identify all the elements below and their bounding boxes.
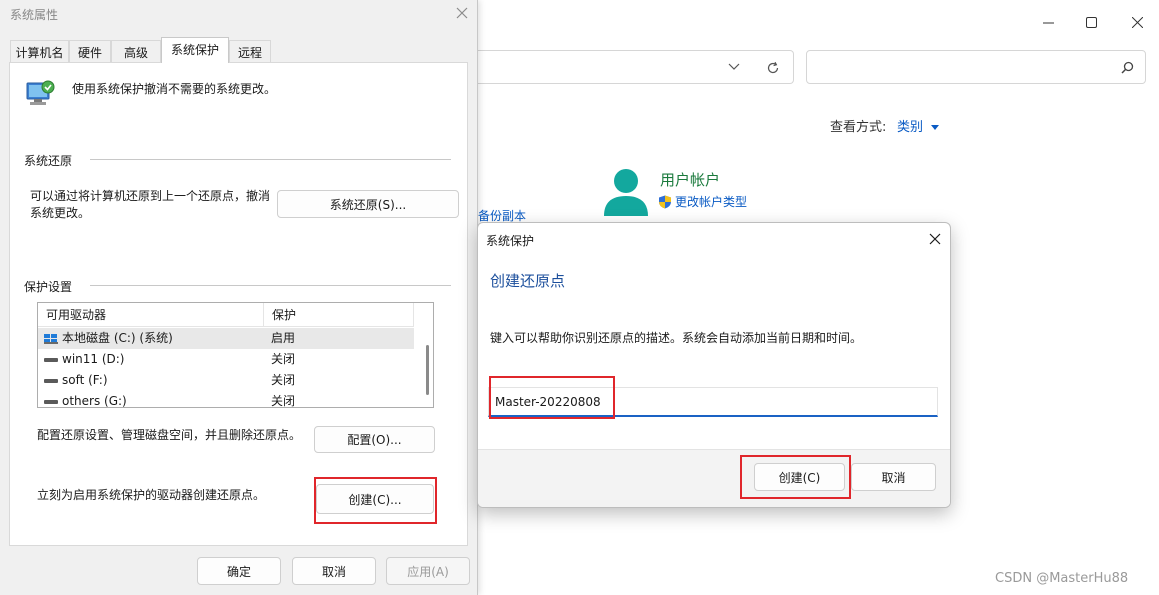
system-restore-section-label: 系统还原 — [24, 154, 73, 168]
drive-protection: 启用 — [271, 331, 296, 345]
drive-icon — [44, 399, 58, 404]
dialog-title: 系统属性 — [10, 8, 59, 22]
user-accounts-link[interactable]: 用户帐户 — [660, 169, 720, 190]
view-by-value: 类别 — [897, 120, 924, 135]
drive-list-scrollbar[interactable] — [422, 327, 433, 407]
table-row[interactable]: soft (F:) 关闭 — [38, 370, 414, 391]
chevron-down-icon[interactable] — [728, 63, 740, 71]
dialog-description: 键入可以帮助你识别还原点的描述。系统会自动添加当前日期和时间。 — [490, 331, 863, 345]
close-window-button[interactable] — [1114, 6, 1159, 38]
table-row[interactable]: others (G:) 关闭 — [38, 391, 414, 408]
tab-system-protection[interactable]: 系统保护 — [161, 37, 229, 63]
create-restore-point-dialog: 系统保护 创建还原点 键入可以帮助你识别还原点的描述。系统会自动添加当前日期和时… — [477, 222, 951, 508]
user-accounts-icon[interactable] — [602, 168, 650, 218]
drive-icon — [44, 378, 58, 383]
uac-shield-icon — [659, 195, 671, 208]
table-row[interactable]: win11 (D:) 关闭 — [38, 349, 414, 370]
configure-description: 配置还原设置、管理磁盘空间，并且删除还原点。 — [37, 428, 302, 442]
system-restore-description: 可以通过将计算机还原到上一个还原点，撤消系统更改。 — [30, 189, 271, 220]
maximize-button[interactable] — [1068, 6, 1114, 38]
scrollbar-thumb[interactable] — [426, 345, 429, 395]
column-header-drives[interactable]: 可用驱动器 — [38, 303, 264, 327]
change-account-type-label: 更改帐户类型 — [675, 195, 748, 209]
minimize-button[interactable] — [1025, 6, 1071, 38]
drive-protection: 关闭 — [271, 394, 296, 408]
highlight-box — [489, 376, 615, 419]
dialog-title: 系统保护 — [486, 234, 535, 248]
close-icon[interactable] — [928, 232, 942, 246]
highlight-box — [314, 477, 437, 524]
drive-icon — [44, 357, 58, 362]
drive-name: others (G:) — [62, 394, 127, 408]
search-icon[interactable] — [1121, 61, 1134, 74]
drive-name: win11 (D:) — [62, 352, 125, 366]
caret-down-icon — [931, 124, 940, 130]
tab-hardware[interactable]: 硬件 — [69, 40, 111, 62]
system-protection-computer-icon — [26, 80, 55, 105]
tab-computer-name[interactable]: 计算机名 — [10, 40, 69, 62]
drive-protection: 关闭 — [271, 352, 296, 366]
column-header-protection[interactable]: 保护 — [264, 303, 414, 327]
table-row[interactable]: 本地磁盘 (C:) (系统) 启用 — [38, 328, 414, 349]
highlight-box — [740, 455, 851, 499]
refresh-icon[interactable] — [766, 61, 780, 75]
tab-remote[interactable]: 远程 — [229, 40, 271, 62]
system-restore-button[interactable]: 系统还原(S)... — [277, 190, 459, 218]
drive-name: 本地磁盘 (C:) (系统) — [62, 331, 173, 345]
minimize-icon — [1042, 22, 1054, 23]
create-description: 立刻为启用系统保护的驱动器创建还原点。 — [37, 488, 266, 502]
close-icon — [1131, 16, 1143, 28]
intro-text: 使用系统保护撤消不需要的系统更改。 — [72, 82, 277, 96]
section-divider — [90, 285, 451, 286]
view-by-dropdown[interactable]: 类别 — [897, 116, 940, 135]
protection-settings-section-label: 保护设置 — [24, 280, 73, 294]
maximize-icon — [1085, 16, 1097, 28]
tab-advanced[interactable]: 高级 — [111, 40, 161, 62]
change-account-type-link[interactable]: 更改帐户类型 — [658, 193, 747, 210]
drive-list[interactable]: 可用驱动器 保护 本地磁盘 (C:) (系统) 启用 win11 (D:) 关闭… — [37, 302, 434, 408]
configure-button[interactable]: 配置(O)... — [314, 426, 435, 453]
dialog-heading: 创建还原点 — [490, 272, 566, 290]
address-bar[interactable] — [470, 50, 794, 84]
system-properties-dialog: 系统属性 计算机名 硬件 高级 系统保护 远程 使用系统保护撤消不需要的系统更改… — [0, 0, 478, 595]
section-divider — [90, 159, 451, 160]
watermark: CSDN @MasterHu88 — [995, 571, 1129, 586]
ok-button[interactable]: 确定 — [197, 557, 281, 585]
apply-button[interactable]: 应用(A) — [386, 557, 470, 585]
view-by-label: 查看方式: — [830, 120, 887, 135]
close-icon[interactable] — [454, 5, 470, 21]
drive-protection: 关闭 — [271, 373, 296, 387]
search-input[interactable] — [806, 50, 1146, 84]
system-drive-icon — [44, 333, 58, 344]
cancel-button[interactable]: 取消 — [851, 463, 936, 491]
cancel-button[interactable]: 取消 — [292, 557, 376, 585]
drive-name: soft (F:) — [62, 373, 108, 387]
